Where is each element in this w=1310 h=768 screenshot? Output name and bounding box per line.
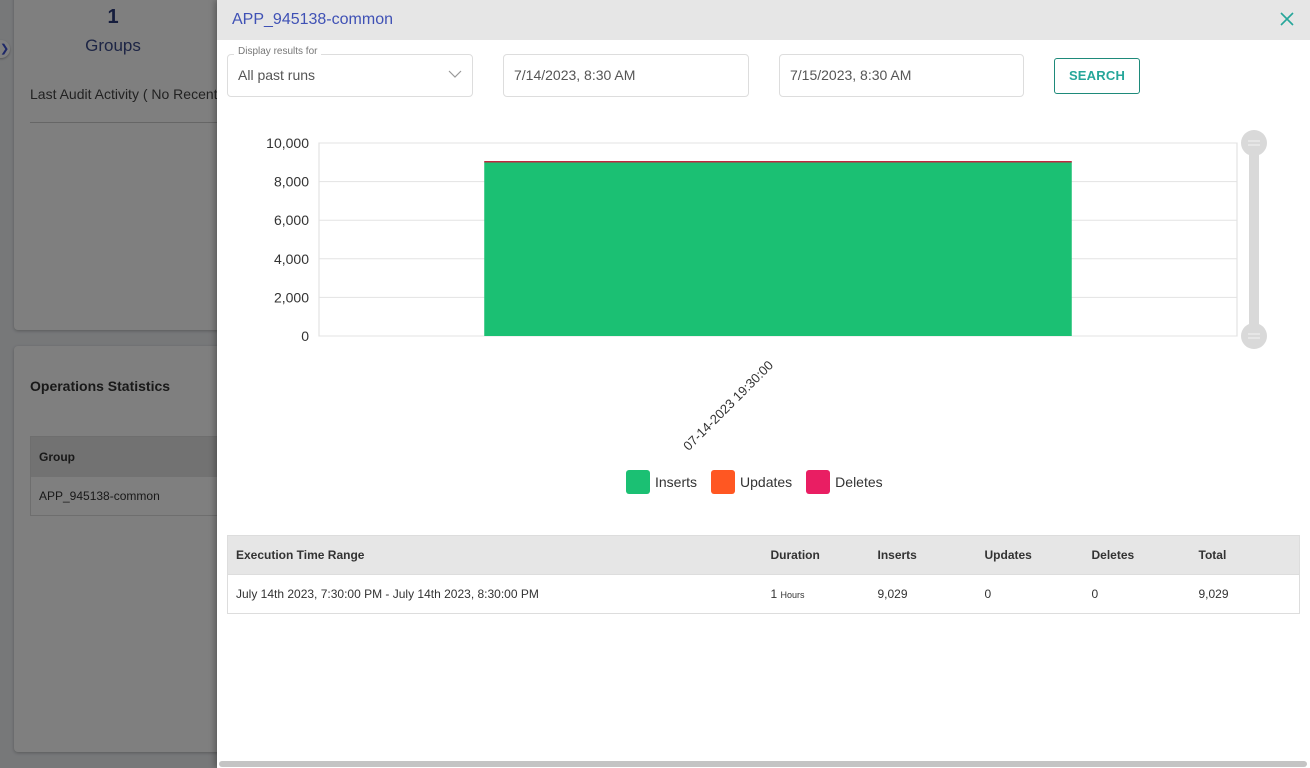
x-tick-label: 07-14-2023 19:30:00 xyxy=(680,358,776,454)
legend-label-updates: Updates xyxy=(740,474,793,490)
start-date-input[interactable]: 7/14/2023, 8:30 AM xyxy=(503,54,749,97)
search-button[interactable]: SEARCH xyxy=(1054,58,1140,94)
column-header-duration[interactable]: Duration xyxy=(762,535,870,575)
display-results-value: All past runs xyxy=(238,67,316,83)
y-tick-label: 8,000 xyxy=(274,174,309,190)
legend-item-deletes[interactable]: Deletes xyxy=(806,470,883,494)
close-button[interactable] xyxy=(1278,10,1296,28)
chart-legend: Inserts Updates Deletes xyxy=(626,470,883,494)
legend-item-updates[interactable]: Updates xyxy=(711,470,792,494)
y-tick-label: 2,000 xyxy=(274,289,309,305)
cell-execution-time-range: July 14th 2023, 7:30:00 PM - July 14th 2… xyxy=(227,574,763,614)
legend-label-deletes: Deletes xyxy=(835,474,883,490)
y-tick-label: 4,000 xyxy=(274,251,309,267)
duration-unit: Hours xyxy=(780,590,805,600)
column-header-updates[interactable]: Updates xyxy=(976,535,1084,575)
display-results-select[interactable]: Display results for All past runs xyxy=(227,46,473,97)
group-details-drawer: APP_945138-common Display results for Al… xyxy=(217,0,1310,768)
horizontal-scrollbar[interactable] xyxy=(219,761,1307,767)
y-tick-label: 6,000 xyxy=(274,212,309,228)
zoom-handle-bottom[interactable] xyxy=(1241,323,1267,349)
drawer-header: APP_945138-common xyxy=(217,0,1310,40)
cell-updates: 0 xyxy=(976,574,1084,614)
duration-value: 1 xyxy=(770,587,778,601)
cell-deletes: 0 xyxy=(1083,574,1191,614)
end-date-value: 7/15/2023, 8:30 AM xyxy=(790,67,912,83)
cell-duration: 1 Hours xyxy=(762,574,870,614)
end-date-input[interactable]: 7/15/2023, 8:30 AM xyxy=(779,54,1024,97)
deletes-swatch xyxy=(806,470,831,494)
column-header-execution-time-range[interactable]: Execution Time Range xyxy=(227,535,763,575)
close-icon xyxy=(1280,12,1294,26)
cell-total: 9,029 xyxy=(1190,574,1300,614)
display-results-label: Display results for xyxy=(234,46,322,57)
drawer-title: APP_945138-common xyxy=(232,11,393,28)
updates-swatch xyxy=(711,470,736,494)
start-date-value: 7/14/2023, 8:30 AM xyxy=(514,67,636,83)
inserts-swatch xyxy=(626,470,650,494)
y-tick-label: 10,000 xyxy=(266,135,309,151)
operations-chart: 0 2,000 4,000 6,000 8,000 10,000 07-14-2023 19… xyxy=(266,130,1267,454)
legend-label-inserts: Inserts xyxy=(655,474,698,490)
chevron-down-icon xyxy=(448,70,462,78)
zoom-slider-track[interactable] xyxy=(1249,143,1259,336)
execution-results-table: Execution Time Range Duration Inserts Up… xyxy=(227,535,1300,614)
column-header-deletes[interactable]: Deletes xyxy=(1083,535,1191,575)
table-row[interactable]: July 14th 2023, 7:30:00 PM - July 14th 2… xyxy=(227,574,1300,614)
column-header-inserts[interactable]: Inserts xyxy=(869,535,977,575)
zoom-handle-top[interactable] xyxy=(1241,130,1267,156)
cell-inserts: 9,029 xyxy=(869,574,977,614)
column-header-total[interactable]: Total xyxy=(1190,535,1300,575)
y-tick-label: 0 xyxy=(301,328,309,344)
legend-item-inserts[interactable]: Inserts xyxy=(626,470,697,494)
bar-inserts[interactable] xyxy=(484,161,1072,336)
